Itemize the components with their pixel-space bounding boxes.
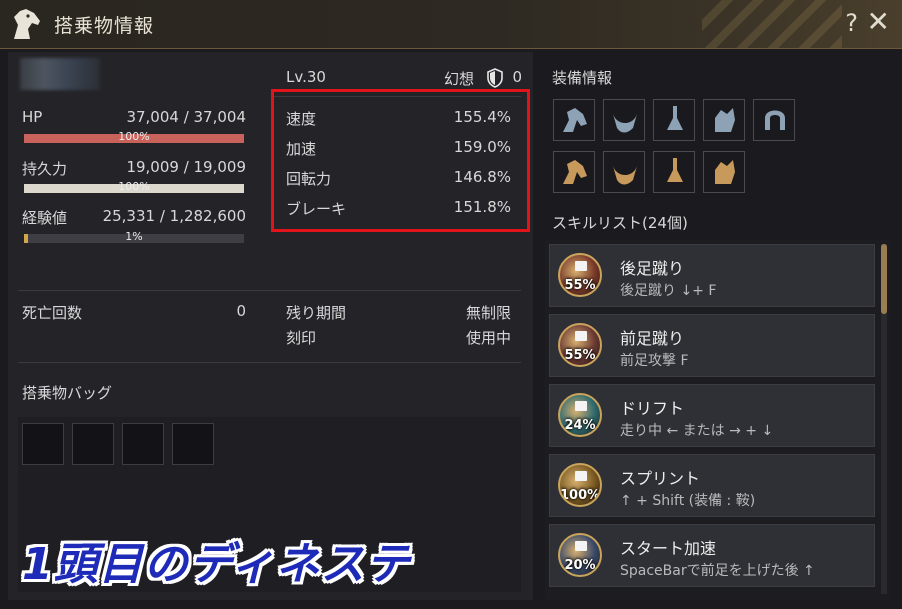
- skill-name: スプリント: [620, 469, 701, 488]
- horseshoe-icon: [765, 110, 785, 130]
- horse-stirrups-icon: [667, 158, 683, 182]
- skill-command: 前足攻撃 F: [620, 353, 689, 369]
- hp-percent: 100%: [118, 130, 150, 143]
- skill-item[interactable]: 24% ドリフト走り中 ← または → + ↓: [549, 384, 875, 447]
- equipment-slot[interactable]: [553, 151, 595, 193]
- horse-stirrups-icon: [667, 106, 683, 130]
- illusion-label: 幻想: [444, 70, 475, 88]
- stamina-value: 19,009 / 19,009: [126, 158, 246, 176]
- skill-command: 走り中 ← または → + ↓: [620, 423, 774, 439]
- hp-value: 37,004 / 37,004: [126, 108, 246, 126]
- skill-percent: 55%: [564, 278, 596, 293]
- exp-value: 25,331 / 1,282,600: [102, 207, 246, 225]
- hp-label: HP: [22, 108, 43, 126]
- window-title: 搭乗物情報: [54, 15, 155, 37]
- bag-slot[interactable]: [72, 423, 114, 465]
- stamina-label: 持久力: [22, 160, 68, 178]
- remaining-value: 無制限: [465, 304, 511, 322]
- equipment-slot[interactable]: [703, 151, 745, 193]
- equipment-title: 装備情報: [552, 69, 613, 87]
- remaining-label: 残り期間: [286, 304, 347, 322]
- card-icon: [575, 401, 587, 411]
- exp-label: 経験値: [22, 209, 68, 227]
- card-icon: [575, 331, 587, 341]
- horse-armor-icon: [715, 108, 735, 132]
- card-icon: [575, 471, 587, 481]
- horse-helmet-icon: [563, 108, 587, 132]
- stamina-percent: 100%: [118, 180, 150, 193]
- skill-icon: 24%: [558, 393, 602, 437]
- skill-percent: 20%: [564, 558, 596, 573]
- horse-head-icon: [14, 9, 40, 39]
- skill-icon: 20%: [558, 533, 602, 577]
- skill-command: SpaceBarで前足を上げた後 ↑: [620, 563, 815, 579]
- card-icon: [575, 541, 587, 551]
- skill-item[interactable]: 55% 後足蹴り後足蹴り ↓+ F: [549, 244, 875, 307]
- skill-percent: 55%: [564, 348, 596, 363]
- skill-item[interactable]: 55% 前足蹴り前足攻撃 F: [549, 314, 875, 377]
- skill-name: スタート加速: [620, 539, 717, 558]
- illusion-value: 0: [512, 68, 522, 86]
- horse-saddle-icon: [613, 166, 637, 185]
- skill-item[interactable]: 100% スプリント ↑ + Shift (装備 : 鞍): [549, 454, 875, 517]
- skill-list: 55% 後足蹴り後足蹴り ↓+ F 55% 前足蹴り前足攻撃 F 24% ドリフト走り中 …: [545, 240, 890, 600]
- imprint-label: 刻印: [286, 329, 317, 347]
- bag-slot[interactable]: [172, 423, 214, 465]
- imprint-value: 使用中: [465, 329, 511, 347]
- skill-icon: 55%: [558, 323, 602, 367]
- divider: [18, 362, 521, 363]
- skill-name: 後足蹴り: [620, 259, 685, 278]
- skill-percent: 100%: [560, 488, 601, 503]
- card-icon: [575, 261, 587, 271]
- bag-slot[interactable]: [122, 423, 164, 465]
- equipment-slot[interactable]: [653, 99, 695, 141]
- horse-saddle-icon: [613, 114, 637, 133]
- caption-overlay: 1頭目のディネステ: [22, 539, 411, 590]
- exp-percent: 1%: [125, 230, 143, 243]
- mount-name-blurred: [20, 58, 100, 90]
- equipment-slot[interactable]: [653, 151, 695, 193]
- skills-title: スキルリスト(24個): [552, 214, 688, 232]
- skill-icon: 100%: [558, 463, 602, 507]
- equipment-slot[interactable]: [553, 99, 595, 141]
- title-decoration: [702, 0, 842, 48]
- equipment-slot[interactable]: [603, 99, 645, 141]
- level-label: Lv.30: [286, 68, 326, 86]
- close-button[interactable]: ✕: [867, 8, 890, 36]
- equipment-slot[interactable]: [753, 99, 795, 141]
- skill-icon: 55%: [558, 253, 602, 297]
- help-button[interactable]: ?: [845, 9, 858, 37]
- skill-name: ドリフト: [620, 399, 685, 418]
- bag-title: 搭乗物バッグ: [22, 384, 113, 402]
- horse-armor-icon: [715, 160, 735, 184]
- equipment-slot[interactable]: [603, 151, 645, 193]
- skill-percent: 24%: [564, 418, 596, 433]
- horse-helmet-icon: [563, 160, 587, 184]
- skill-item[interactable]: 20% スタート加速 SpaceBarで前足を上げた後 ↑: [549, 524, 875, 587]
- skill-scrollbar[interactable]: [881, 244, 887, 594]
- title-bar[interactable]: 搭乗物情報 ? ✕: [0, 0, 902, 49]
- skill-name: 前足蹴り: [620, 329, 685, 348]
- skill-command: 後足蹴り ↓+ F: [620, 283, 717, 299]
- deaths-label: 死亡回数: [22, 304, 83, 322]
- bag-slot[interactable]: [22, 423, 64, 465]
- equipment-slot[interactable]: [703, 99, 745, 141]
- highlight-box: [271, 89, 530, 232]
- scrollbar-thumb[interactable]: [881, 244, 887, 314]
- skill-command: ↑ + Shift (装備 : 鞍): [620, 493, 756, 509]
- divider: [18, 290, 521, 291]
- shield-icon: [487, 68, 503, 88]
- deaths-value: 0: [236, 302, 246, 320]
